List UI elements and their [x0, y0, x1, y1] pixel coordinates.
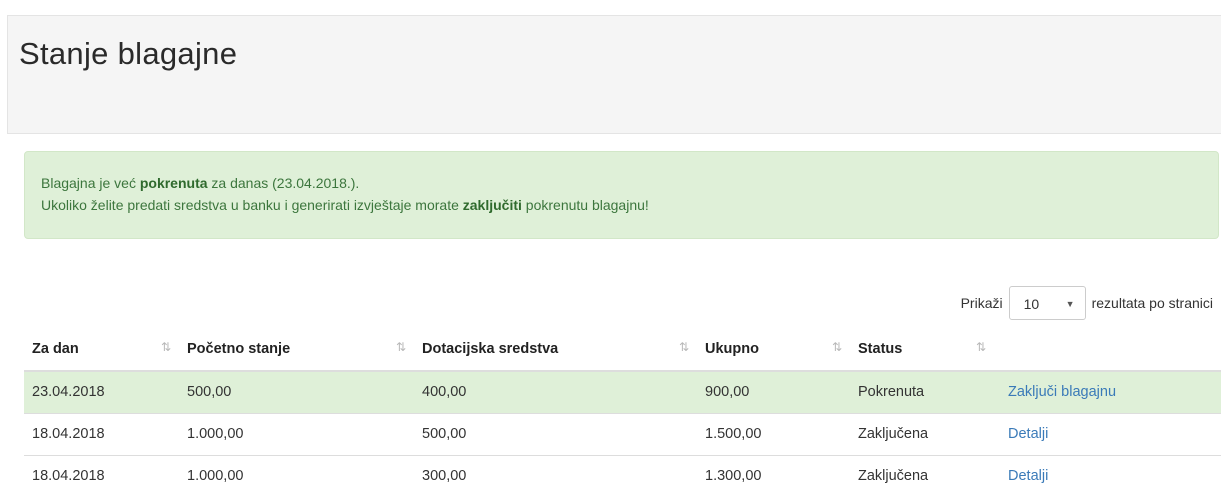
cell-action: Detalji — [1000, 454, 1221, 496]
cell-total: 1.300,00 — [697, 454, 850, 496]
column-header-start[interactable]: Početno stanje ⇅ — [179, 328, 414, 372]
table-row: 18.04.2018 1.000,00 300,00 1.300,00 Zakl… — [24, 454, 1221, 496]
cell-action: Zaključi blagajnu — [1000, 370, 1221, 413]
alert-text: za danas (23.04.2018.). — [207, 175, 360, 191]
cell-date: 18.04.2018 — [24, 412, 179, 455]
column-header-actions — [1000, 328, 1221, 372]
page-length-select[interactable]: 10 ▼ — [1008, 286, 1086, 320]
column-header-total[interactable]: Ukupno ⇅ — [697, 328, 850, 372]
alert-emphasis: zaključiti — [462, 197, 522, 213]
cell-start: 500,00 — [179, 370, 414, 413]
cell-start: 1.000,00 — [179, 412, 414, 455]
cell-action: Detalji — [1000, 412, 1221, 455]
table-row: 23.04.2018 500,00 400,00 900,00 Pokrenut… — [24, 370, 1221, 413]
chevron-down-icon: ▼ — [1065, 299, 1075, 309]
column-header-donation[interactable]: Dotacijska sredstva ⇅ — [414, 328, 697, 372]
page-title: Stanje blagajne — [19, 36, 238, 71]
cell-total: 1.500,00 — [697, 412, 850, 455]
page-length-suffix: rezultata po stranici — [1091, 295, 1213, 311]
sort-arrows-icon: ⇅ — [395, 340, 406, 354]
cell-total: 900,00 — [697, 370, 850, 413]
page-length-value: 10 — [1023, 296, 1040, 312]
sort-arrows-icon: ⇅ — [678, 340, 689, 354]
table-header-row: Za dan ⇅ Početno stanje ⇅ Dotacijska sreds… — [24, 328, 1221, 372]
details-link[interactable]: Detalji — [1008, 468, 1048, 484]
alert-line-1: Blagajna je već pokrenuta za danas (23.0… — [41, 172, 1202, 194]
page-header — [7, 15, 1221, 134]
cell-start: 1.000,00 — [179, 454, 414, 496]
table-row: 18.04.2018 1.000,00 500,00 1.500,00 Zakl… — [24, 412, 1221, 455]
alert-line-2: Ukoliko želite predati sredstva u banku … — [41, 194, 1202, 216]
sort-arrows-icon: ⇅ — [975, 340, 986, 354]
column-header-status[interactable]: Status ⇅ — [850, 328, 1000, 372]
alert-text: pokrenutu blagajnu! — [521, 197, 649, 213]
sort-arrows-icon: ⇅ — [160, 340, 171, 354]
column-header-date[interactable]: Za dan ⇅ — [24, 328, 179, 372]
cell-status: Zaključena — [850, 454, 1000, 496]
cell-donation: 500,00 — [414, 412, 697, 455]
cell-donation: 400,00 — [414, 370, 697, 413]
cell-date: 23.04.2018 — [24, 370, 179, 413]
alert-text: Blagajna je već — [41, 175, 140, 191]
cell-donation: 300,00 — [414, 454, 697, 496]
alert-text: Ukoliko želite predati sredstva u banku … — [41, 197, 463, 213]
sort-arrows-icon: ⇅ — [831, 340, 842, 354]
page-length-prefix: Prikaži — [960, 295, 1003, 311]
close-register-link[interactable]: Zaključi blagajnu — [1008, 384, 1116, 400]
alert-emphasis: pokrenuta — [139, 175, 208, 191]
details-link[interactable]: Detalji — [1008, 426, 1048, 442]
status-alert: Blagajna je već pokrenuta za danas (23.0… — [24, 151, 1219, 239]
cell-status: Zaključena — [850, 412, 1000, 455]
cash-register-table: Za dan ⇅ Početno stanje ⇅ Dotacijska sreds… — [24, 328, 1221, 496]
cell-status: Pokrenuta — [850, 370, 1000, 413]
page-length-control: Prikaži 10 ▼ rezultata po stranici — [961, 286, 1213, 320]
cell-date: 18.04.2018 — [24, 454, 179, 496]
